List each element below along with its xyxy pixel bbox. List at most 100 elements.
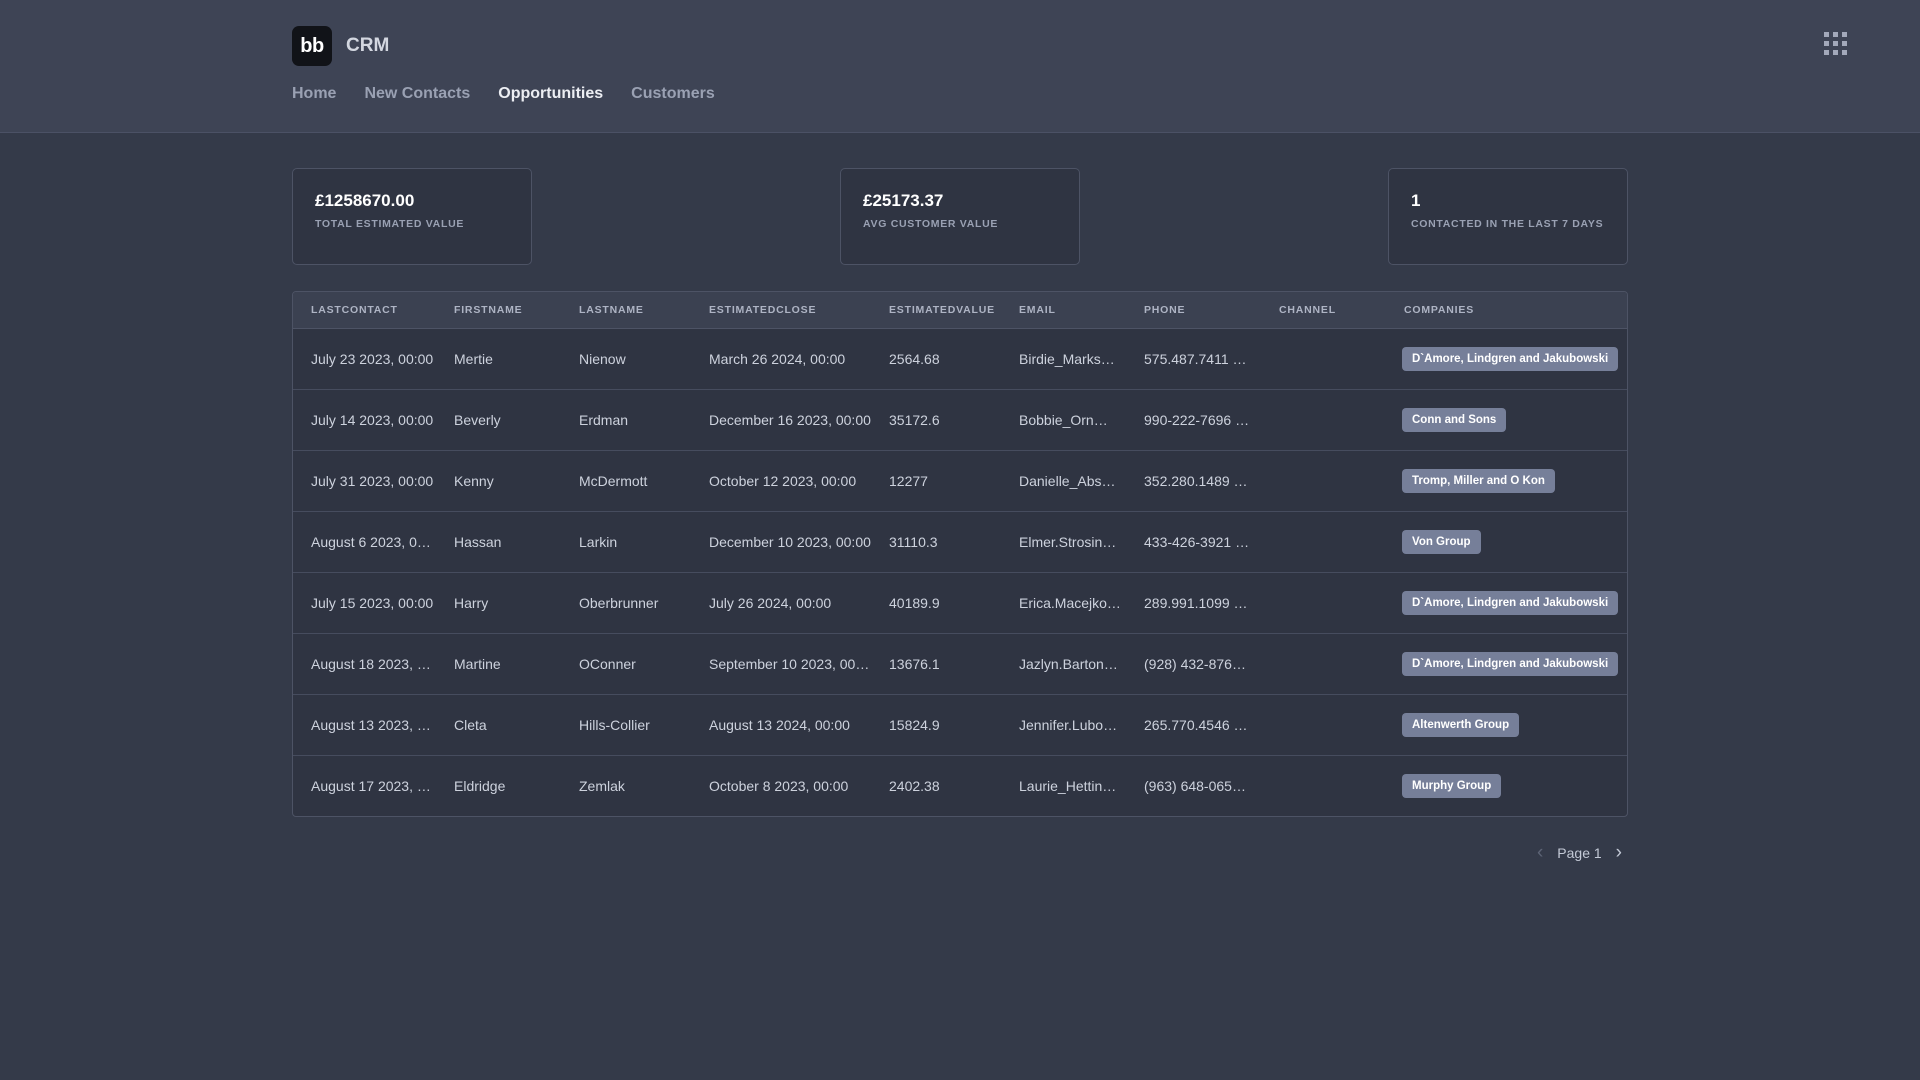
- cell-estimatedclose: December 10 2023, 00:00: [691, 511, 871, 573]
- column-header-email[interactable]: EMAIL: [1001, 292, 1126, 329]
- cell-estimatedclose: September 10 2023, 00:00: [691, 633, 871, 695]
- cell-channel: [1261, 511, 1386, 573]
- company-badge[interactable]: Von Group: [1402, 530, 1481, 554]
- stat-value: 1: [1411, 191, 1421, 210]
- cell-companies: Altenwerth Group: [1386, 694, 1627, 756]
- table-row[interactable]: July 15 2023, 00:00 Harry Oberbrunner Ju…: [293, 572, 1627, 634]
- cell-estimatedclose: August 13 2024, 00:00: [691, 694, 871, 756]
- cell-estimatedvalue: 2564.68: [871, 328, 1001, 390]
- cell-phone: 289.991.1099 …: [1126, 572, 1261, 634]
- cell-lastname: Zemlak: [579, 778, 625, 794]
- pagination: ‹ Page 1 ›: [292, 843, 1628, 862]
- cell-estimatedclose: October 12 2023, 00:00: [691, 450, 871, 512]
- cell-lastcontact: July 23 2023, 00:00: [293, 328, 436, 390]
- table-row[interactable]: August 6 2023, 00:00 Hassan Larkin Decem…: [293, 511, 1627, 573]
- cell-lastcontact: August 13 2023, 00:00: [293, 694, 436, 756]
- cell-lastname: Larkin: [561, 511, 691, 573]
- grid-dot: [1833, 32, 1838, 37]
- cell-lastcontact: July 31 2023, 00:00: [293, 450, 436, 512]
- table-row[interactable]: July 23 2023, 00:00 Mertie Nienow March …: [293, 328, 1627, 390]
- chevron-left-icon[interactable]: ‹: [1537, 843, 1543, 862]
- company-badge[interactable]: D`Amore, Lindgren and Jakubowski: [1402, 652, 1619, 676]
- cell-firstname: Beverly: [436, 389, 561, 451]
- cell-lastcontact: August 17 2023, 00:00: [311, 778, 436, 794]
- grid-dot: [1824, 41, 1829, 46]
- cell-estimatedvalue: 2402.38: [889, 778, 940, 794]
- table-row[interactable]: August 18 2023, 00:00 Martine OConner Se…: [293, 633, 1627, 695]
- cell-lastname: OConner: [561, 633, 691, 695]
- cell-channel: [1261, 328, 1386, 390]
- cell-channel: [1261, 572, 1386, 634]
- column-header-companies[interactable]: COMPANIES: [1386, 292, 1627, 329]
- cell-firstname: Mertie: [436, 328, 561, 390]
- cell-lastcontact: August 6 2023, 00:00: [293, 511, 436, 573]
- stat-card-contacted-last-7-days: 1 CONTACTED IN THE LAST 7 DAYS: [1388, 168, 1628, 265]
- cell-estimatedclose: December 16 2023, 00:00: [691, 389, 871, 451]
- cell-firstname: Cleta: [436, 694, 561, 756]
- cell-estimatedvalue: 15824.9: [871, 694, 1001, 756]
- column-header-lastname[interactable]: LASTNAME: [561, 292, 691, 329]
- table-row[interactable]: July 31 2023, 00:00 Kenny McDermott Octo…: [293, 450, 1627, 512]
- cell-firstname: Kenny: [436, 450, 561, 512]
- page-indicator: Page 1: [1557, 844, 1602, 861]
- company-badge[interactable]: Tromp, Miller and O Kon: [1402, 469, 1555, 493]
- cell-companies: Von Group: [1386, 511, 1627, 573]
- cell-channel: [1261, 633, 1386, 695]
- grid-dot: [1842, 32, 1847, 37]
- company-badge[interactable]: Conn and Sons: [1402, 408, 1507, 432]
- cell-email: Jazlyn.Barton…: [1001, 633, 1126, 695]
- nav-item-new-contacts[interactable]: New Contacts: [364, 85, 470, 103]
- column-header-channel[interactable]: CHANNEL: [1261, 292, 1386, 329]
- brand-row: bb CRM: [0, 0, 1920, 70]
- column-header-firstname[interactable]: FIRSTNAME: [436, 292, 561, 329]
- cell-phone: 265.770.4546 …: [1126, 694, 1261, 756]
- nav-item-opportunities[interactable]: Opportunities: [498, 85, 603, 103]
- nav-item-home[interactable]: Home: [292, 85, 336, 103]
- cell-phone: 575.487.7411 …: [1126, 328, 1261, 390]
- stat-label: AVG CUSTOMER VALUE: [863, 218, 999, 231]
- table-header-row: LASTCONTACT FIRSTNAME LASTNAME ESTIMATED…: [293, 292, 1627, 329]
- cell-phone: 433-426-3921 …: [1126, 511, 1261, 573]
- column-header-phone[interactable]: PHONE: [1126, 292, 1261, 329]
- company-badge[interactable]: D`Amore, Lindgren and Jakubowski: [1402, 347, 1619, 371]
- main-nav: Home New Contacts Opportunities Customer…: [0, 85, 1920, 103]
- column-header-estimatedclose[interactable]: ESTIMATEDCLOSE: [691, 292, 871, 329]
- cell-channel: [1261, 694, 1386, 756]
- app-logo[interactable]: bb: [292, 26, 332, 66]
- table-row[interactable]: August 17 2023, 00:00 Eldridge Zemlak Oc…: [293, 756, 1627, 817]
- stat-label: CONTACTED IN THE LAST 7 DAYS: [1411, 218, 1604, 231]
- cell-phone: (928) 432-876…: [1126, 633, 1261, 695]
- grid-apps-icon[interactable]: [1824, 32, 1848, 56]
- company-badge[interactable]: Murphy Group: [1402, 774, 1502, 798]
- chevron-right-icon[interactable]: ›: [1616, 843, 1622, 862]
- table-body: July 23 2023, 00:00 Mertie Nienow March …: [293, 328, 1627, 817]
- stat-label: TOTAL ESTIMATED VALUE: [315, 218, 465, 231]
- table-row[interactable]: August 13 2023, 00:00 Cleta Hills-Collie…: [293, 694, 1627, 756]
- cell-email: Jennifer.Lubo…: [1001, 694, 1126, 756]
- cell-estimatedvalue: 31110.3: [871, 511, 1001, 573]
- cell-companies: Tromp, Miller and O Kon: [1386, 450, 1627, 512]
- cell-estimatedvalue: 35172.6: [871, 389, 1001, 451]
- cell-lastname: McDermott: [561, 450, 691, 512]
- cell-lastcontact: August 18 2023, 00:00: [293, 633, 436, 695]
- cell-email: Danielle_Abs…: [1001, 450, 1126, 512]
- cell-lastname: Hills-Collier: [561, 694, 691, 756]
- cell-estimatedclose: October 8 2023, 00:00: [709, 778, 849, 794]
- cell-companies: Conn and Sons: [1386, 389, 1627, 451]
- cell-companies: D`Amore, Lindgren and Jakubowski: [1386, 633, 1627, 695]
- grid-dot: [1824, 32, 1829, 37]
- column-header-lastcontact[interactable]: LASTCONTACT: [293, 292, 436, 329]
- nav-item-customers[interactable]: Customers: [631, 85, 715, 103]
- stats-row: £1258670.00 TOTAL ESTIMATED VALUE £25173…: [292, 133, 1628, 265]
- cell-estimatedclose: July 26 2024, 00:00: [691, 572, 871, 634]
- table-row[interactable]: July 14 2023, 00:00 Beverly Erdman Decem…: [293, 389, 1627, 451]
- logo-text: bb: [300, 35, 324, 57]
- stat-card-avg-customer-value: £25173.37 AVG CUSTOMER VALUE: [840, 168, 1080, 265]
- stat-value: £25173.37: [863, 191, 944, 210]
- main-content: £1258670.00 TOTAL ESTIMATED VALUE £25173…: [0, 133, 1920, 862]
- cell-phone: (963) 648-065…: [1144, 778, 1246, 794]
- column-header-estimatedvalue[interactable]: ESTIMATEDVALUE: [871, 292, 1001, 329]
- company-badge[interactable]: D`Amore, Lindgren and Jakubowski: [1402, 591, 1619, 615]
- cell-lastname: Nienow: [561, 328, 691, 390]
- company-badge[interactable]: Altenwerth Group: [1402, 713, 1520, 737]
